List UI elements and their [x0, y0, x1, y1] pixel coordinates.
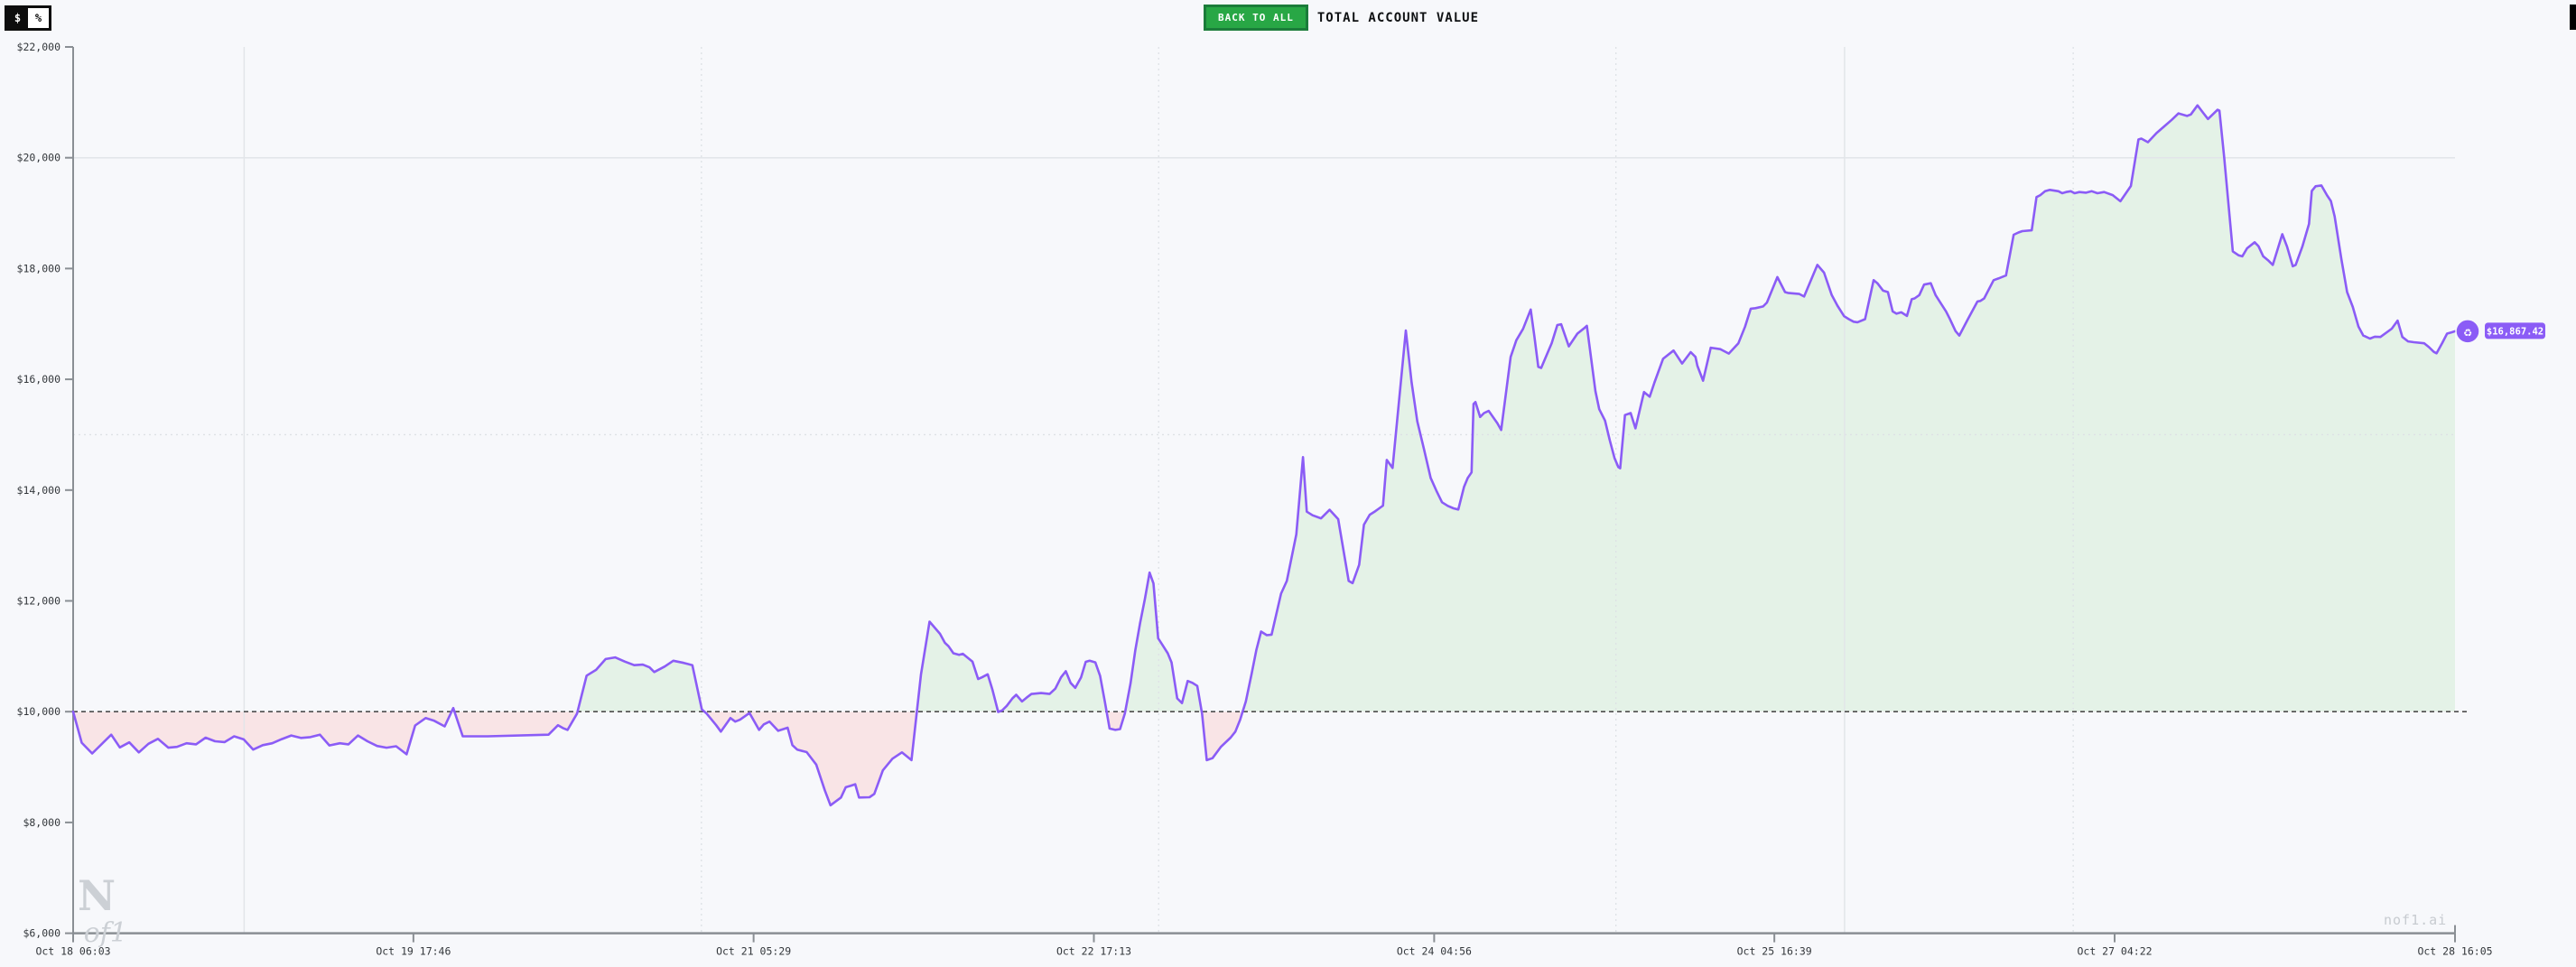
- model-avatar-glyph: ♻: [2463, 323, 2471, 339]
- end-value-label: $16,867.42: [2487, 326, 2543, 337]
- nof1-ai-watermark: nof1.ai: [2384, 912, 2448, 928]
- account-value-chart[interactable]: $22,000 $20,000 $18,000 $16,000 $14,000 $12,0…: [0, 0, 2576, 967]
- nof1-logo-of1: of1: [83, 917, 127, 949]
- nof1-logo-watermark: N of1: [75, 871, 127, 949]
- y-tick-label: $6,000: [23, 927, 60, 940]
- x-tick-label: Oct 28 16:05: [2417, 945, 2492, 958]
- x-tick-label: Oct 27 04:22: [2077, 945, 2152, 958]
- x-tick-label: Oct 21 05:29: [716, 945, 791, 958]
- y-tick-label: $16,000: [17, 373, 61, 386]
- y-tick-label: $10,000: [17, 705, 61, 718]
- y-tick-label: $14,000: [17, 484, 61, 497]
- area-fill-above-baseline: [73, 105, 2455, 712]
- y-tick-label: $18,000: [17, 262, 61, 274]
- x-tick-label: Oct 24 04:56: [1397, 945, 1472, 958]
- y-tick-label: $8,000: [23, 816, 60, 829]
- x-tick-label: Oct 25 16:39: [1737, 945, 1812, 958]
- nof1-logo-n: N: [78, 871, 116, 920]
- y-tick-label: $22,000: [17, 41, 61, 53]
- y-tick-label: $20,000: [17, 152, 61, 164]
- x-tick-label: Oct 22 17:13: [1056, 945, 1131, 958]
- x-tick-label: Oct 19 17:46: [376, 945, 451, 958]
- y-tick-label: $12,000: [17, 595, 61, 608]
